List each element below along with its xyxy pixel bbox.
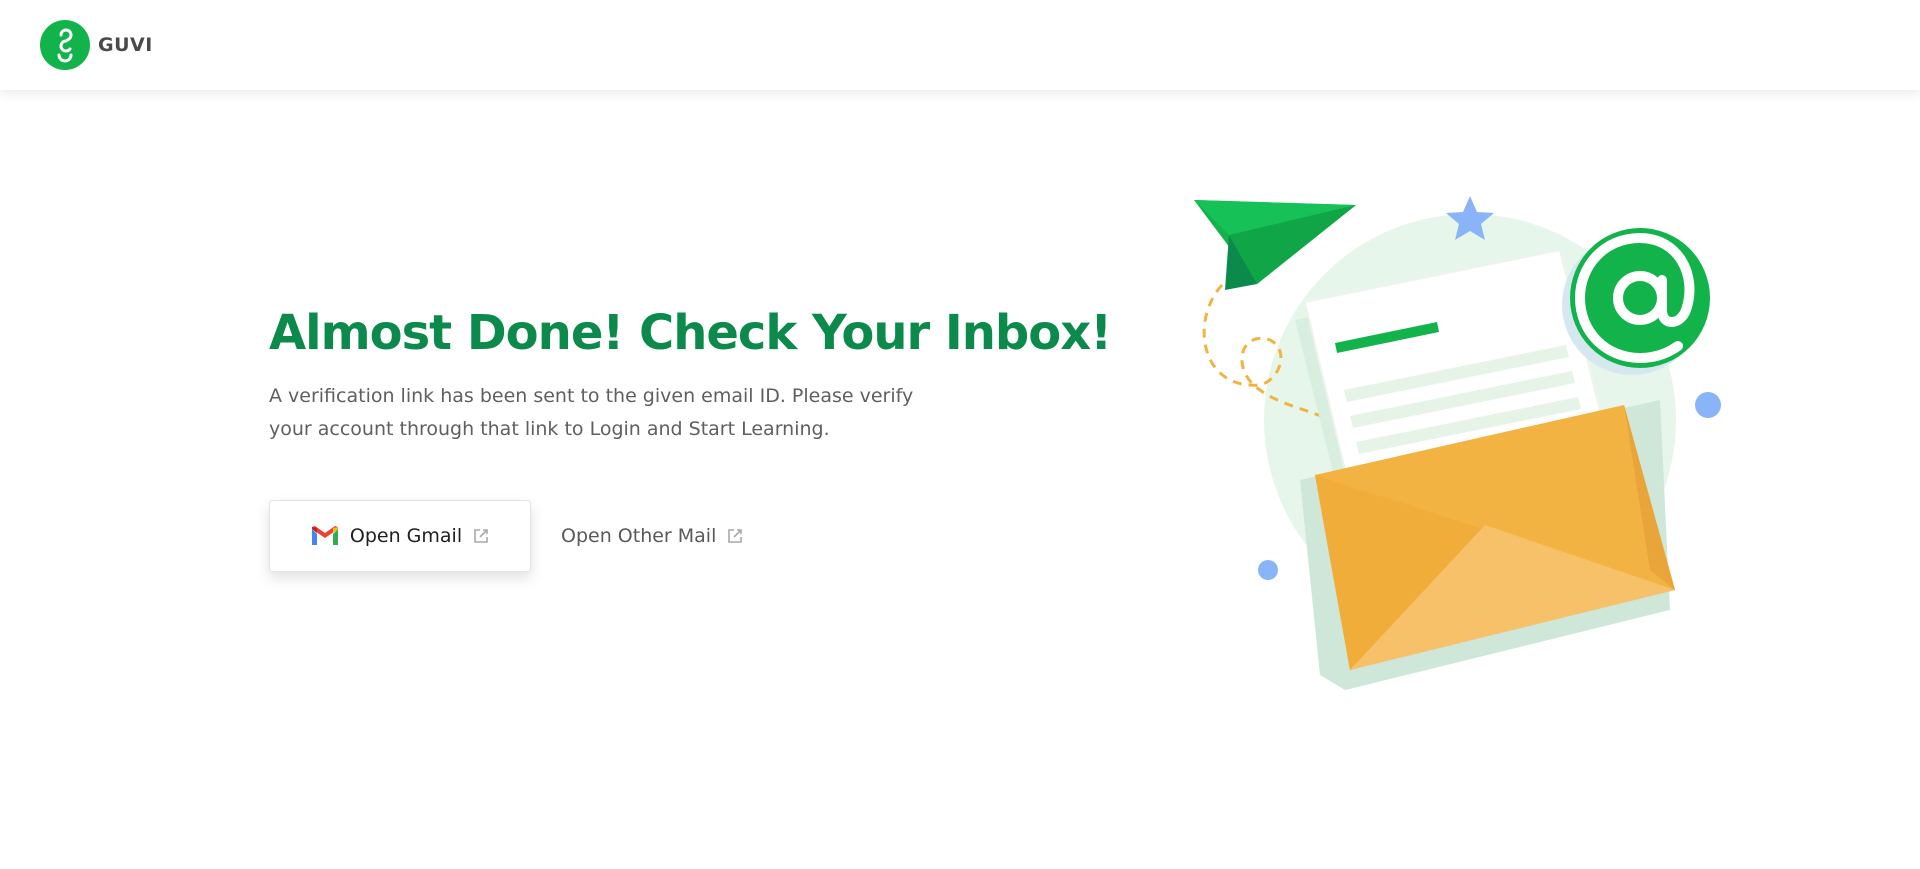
external-link-icon xyxy=(728,529,743,543)
page-title: Almost Done! Check Your Inbox! xyxy=(269,305,1112,361)
open-gmail-button[interactable]: Open Gmail xyxy=(269,500,531,572)
verification-message-panel: Almost Done! Check Your Inbox! A verific… xyxy=(269,300,1112,572)
top-header: GUVI xyxy=(0,0,1920,90)
mail-actions: Open Gmail Open Other Mail xyxy=(269,500,1069,572)
open-other-mail-label: Open Other Mail xyxy=(561,525,717,547)
open-other-mail-button[interactable]: Open Other Mail xyxy=(561,500,744,572)
external-link-icon xyxy=(474,529,488,543)
blue-dot xyxy=(1695,392,1721,418)
gmail-icon xyxy=(311,526,338,545)
verification-description: A verification link has been sent to the… xyxy=(269,385,914,440)
blue-dot xyxy=(1258,560,1278,580)
brand-logo[interactable]: GUVI xyxy=(40,20,153,70)
open-gmail-label: Open Gmail xyxy=(349,525,463,547)
email-envelope-illustration xyxy=(1194,196,1721,690)
guvi-logo-icon xyxy=(40,20,90,70)
brand-name: GUVI xyxy=(98,34,153,56)
